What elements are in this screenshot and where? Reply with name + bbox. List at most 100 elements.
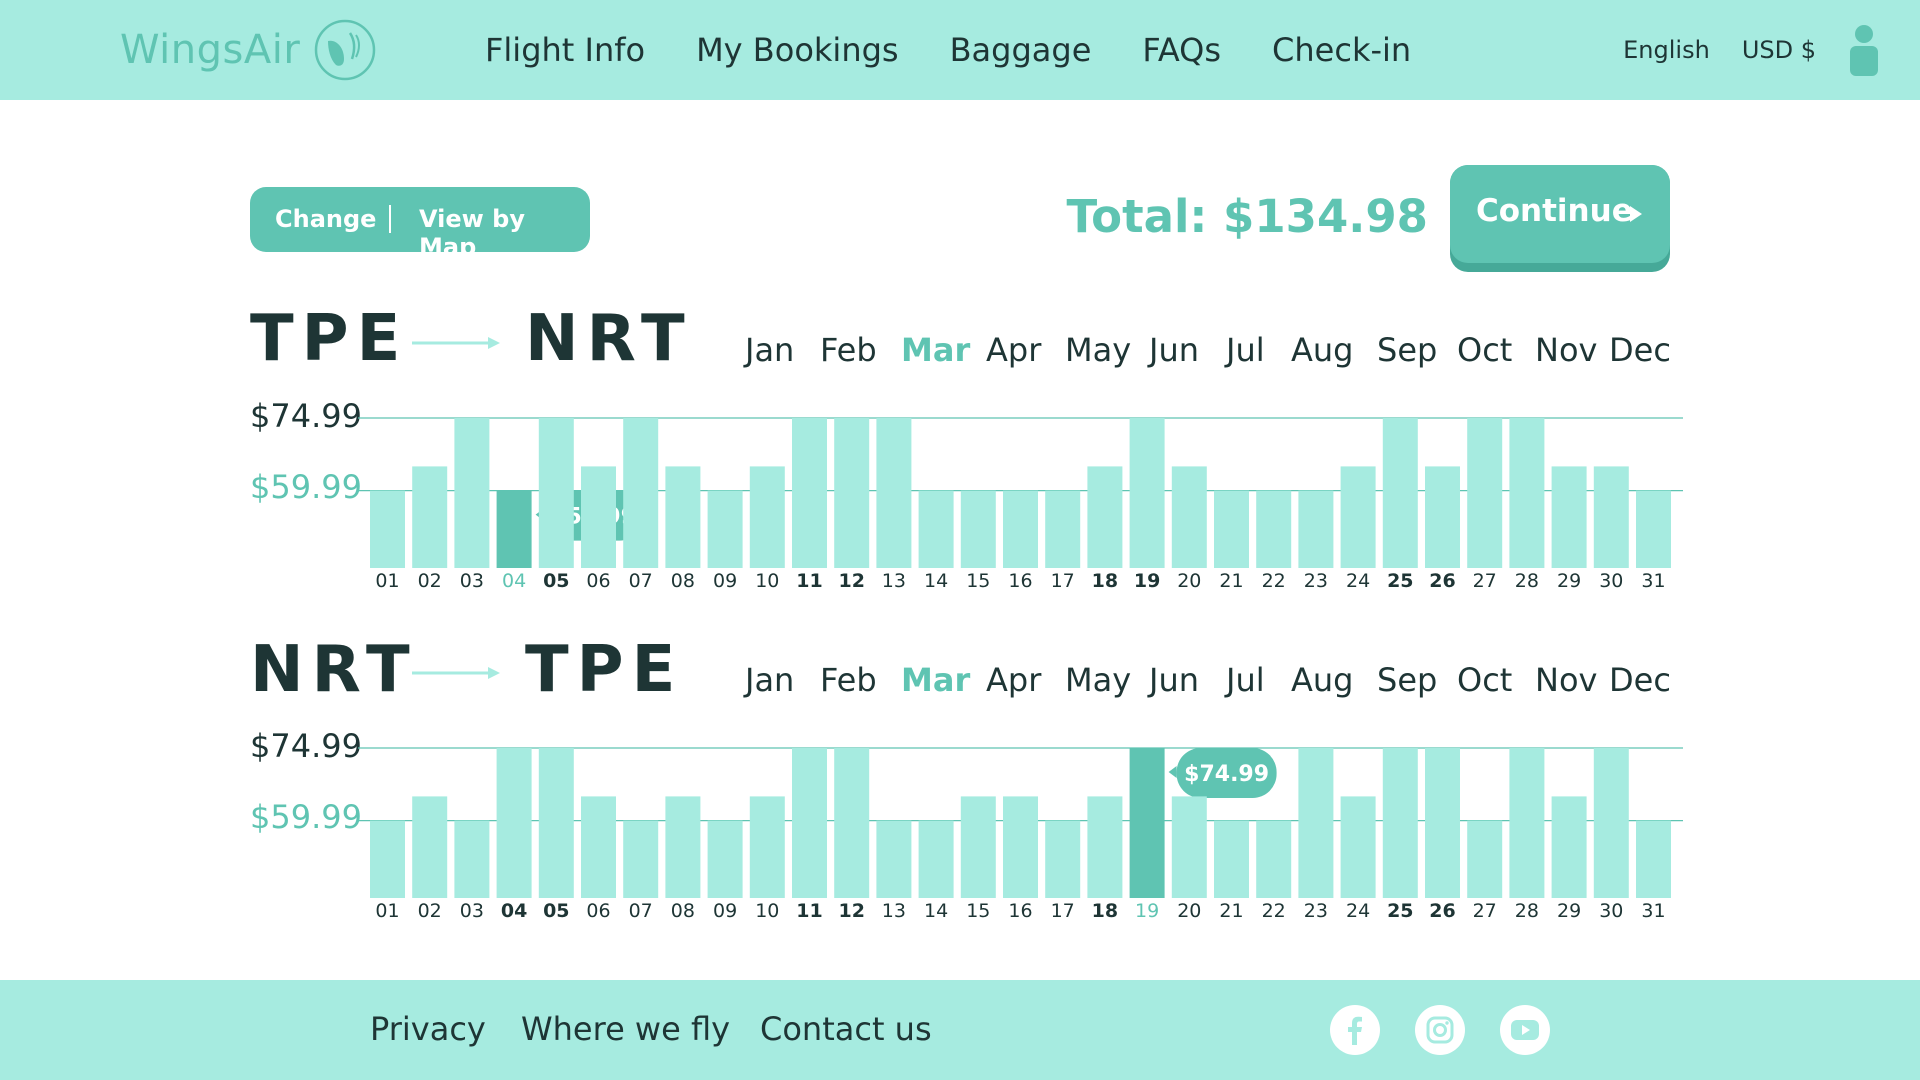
day-label[interactable]: 28 [1515, 900, 1539, 922]
fare-bar[interactable] [412, 796, 448, 898]
fare-bar[interactable] [918, 820, 954, 898]
fare-bar[interactable] [538, 418, 574, 568]
fare-bar[interactable] [496, 748, 532, 898]
language-selector[interactable]: English [1623, 36, 1710, 64]
logo[interactable]: WingsAir [120, 18, 376, 82]
fare-bar[interactable] [1636, 820, 1671, 898]
day-label[interactable]: 17 [1051, 570, 1075, 592]
change-button[interactable]: Change [275, 205, 376, 233]
day-label[interactable]: 21 [1219, 900, 1243, 922]
fare-bar[interactable] [707, 820, 743, 898]
month-tab-oct[interactable]: Oct [1457, 661, 1512, 699]
day-label[interactable]: 26 [1429, 900, 1455, 922]
day-label[interactable]: 28 [1515, 570, 1539, 592]
fare-bar[interactable] [623, 418, 659, 568]
month-tab-oct[interactable]: Oct [1457, 331, 1512, 369]
month-tab-may[interactable]: May [1065, 331, 1131, 369]
day-label[interactable]: 27 [1473, 570, 1497, 592]
fare-bar[interactable] [1214, 820, 1249, 898]
nav-faqs[interactable]: FAQs [1142, 31, 1221, 69]
fare-bar[interactable] [1340, 466, 1376, 568]
currency-selector[interactable]: USD $ [1742, 36, 1816, 64]
day-label[interactable]: 07 [629, 900, 653, 922]
day-label[interactable]: 03 [460, 570, 484, 592]
fare-bar[interactable] [1045, 490, 1081, 568]
day-label[interactable]: 10 [755, 570, 779, 592]
fare-bar[interactable] [1003, 796, 1038, 898]
fare-bar[interactable] [960, 796, 996, 898]
day-label[interactable]: 24 [1346, 570, 1370, 592]
day-label[interactable]: 30 [1599, 570, 1623, 592]
day-label[interactable]: 22 [1262, 900, 1286, 922]
fare-bar[interactable] [665, 796, 701, 898]
month-tab-nov[interactable]: Nov [1535, 661, 1597, 699]
fare-bar[interactable] [834, 418, 870, 568]
day-label[interactable]: 04 [502, 570, 526, 592]
day-label[interactable]: 05 [543, 570, 569, 592]
day-label[interactable]: 27 [1473, 900, 1497, 922]
fare-bar[interactable] [876, 820, 912, 898]
fare-bar[interactable] [370, 490, 405, 568]
fare-bar[interactable] [834, 748, 870, 898]
day-label[interactable]: 20 [1177, 570, 1201, 592]
nav-check-in[interactable]: Check-in [1272, 31, 1411, 69]
day-label[interactable]: 06 [586, 570, 610, 592]
user-icon[interactable] [1848, 24, 1880, 76]
day-label[interactable]: 18 [1092, 900, 1118, 922]
fare-bar[interactable] [876, 418, 912, 568]
fare-bar[interactable] [1087, 466, 1123, 568]
fare-bar[interactable] [1425, 748, 1460, 898]
month-tab-aug[interactable]: Aug [1291, 331, 1353, 369]
fare-bar[interactable] [581, 466, 616, 568]
day-label[interactable]: 08 [671, 570, 695, 592]
day-label[interactable]: 20 [1177, 900, 1201, 922]
fare-bar[interactable] [1298, 748, 1334, 898]
fare-bar[interactable] [1467, 418, 1503, 568]
instagram-icon[interactable] [1415, 1005, 1465, 1055]
fare-bar[interactable] [454, 418, 490, 568]
continue-button[interactable]: Continue [1450, 165, 1670, 272]
youtube-icon[interactable] [1500, 1005, 1550, 1055]
month-tab-apr[interactable]: Apr [986, 661, 1041, 699]
month-tab-jun[interactable]: Jun [1149, 331, 1199, 369]
month-tab-jul[interactable]: Jul [1226, 661, 1265, 699]
day-label[interactable]: 12 [838, 900, 864, 922]
fare-bar[interactable] [1003, 490, 1038, 568]
day-label[interactable]: 12 [838, 570, 864, 592]
day-label[interactable]: 03 [460, 900, 484, 922]
month-tab-jul[interactable]: Jul [1226, 331, 1265, 369]
fare-bar[interactable] [1087, 796, 1123, 898]
fare-bar[interactable] [1382, 418, 1418, 568]
fare-bar[interactable] [1636, 490, 1671, 568]
facebook-icon[interactable] [1330, 1005, 1380, 1055]
day-label[interactable]: 26 [1429, 570, 1455, 592]
month-tab-sep[interactable]: Sep [1377, 331, 1437, 369]
fare-bar[interactable] [1593, 748, 1629, 898]
day-label[interactable]: 31 [1641, 900, 1665, 922]
fare-bar[interactable] [454, 820, 490, 898]
fare-bar[interactable] [707, 490, 743, 568]
fare-bar[interactable] [1214, 490, 1249, 568]
day-label[interactable]: 06 [586, 900, 610, 922]
fare-bar[interactable] [370, 820, 405, 898]
month-tab-feb[interactable]: Feb [820, 661, 877, 699]
fare-bar[interactable] [918, 490, 954, 568]
day-label[interactable]: 04 [501, 900, 527, 922]
fare-bar[interactable] [1382, 748, 1418, 898]
day-label[interactable]: 02 [418, 900, 442, 922]
fare-bar[interactable] [1551, 796, 1587, 898]
month-tab-sep[interactable]: Sep [1377, 661, 1437, 699]
month-tab-jan[interactable]: Jan [745, 661, 794, 699]
day-label[interactable]: 15 [966, 900, 990, 922]
fare-bar[interactable] [1467, 820, 1503, 898]
fare-bar[interactable] [749, 466, 785, 568]
day-label[interactable]: 14 [924, 570, 948, 592]
month-tab-aug[interactable]: Aug [1291, 661, 1353, 699]
day-label[interactable]: 01 [375, 570, 399, 592]
fare-bar[interactable] [1129, 418, 1165, 568]
day-label[interactable]: 16 [1008, 900, 1032, 922]
fare-bar[interactable] [792, 748, 827, 898]
day-label[interactable]: 11 [796, 570, 822, 592]
day-label[interactable]: 14 [924, 900, 948, 922]
day-label[interactable]: 09 [713, 900, 737, 922]
